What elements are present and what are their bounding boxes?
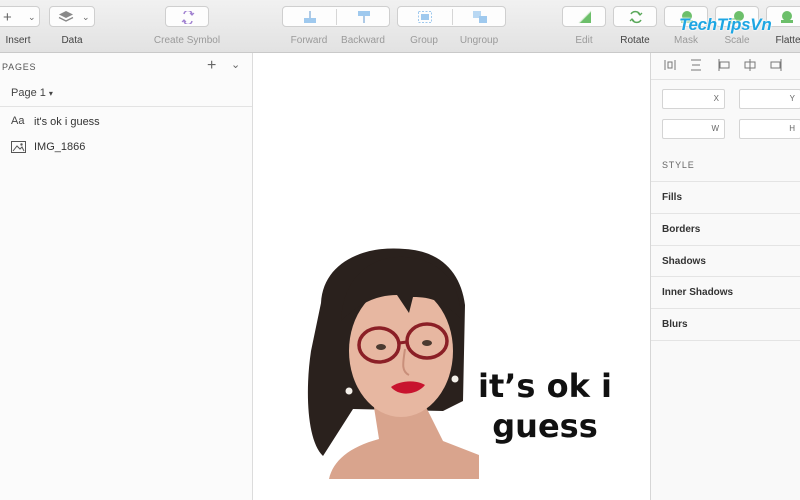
blurs-label: Blurs (662, 319, 688, 330)
shadows-label: Shadows (662, 256, 706, 267)
blurs-section[interactable]: Blurs (651, 308, 800, 341)
send-backward-icon[interactable] (356, 10, 372, 24)
group-segment (397, 6, 506, 27)
stack-icon (58, 11, 74, 22)
collapse-pages-icon[interactable]: ⌄ (231, 58, 240, 71)
shadows-section[interactable]: Shadows (651, 245, 800, 277)
chevron-down-icon: ▾ (48, 89, 53, 98)
backward-label: Backward (341, 35, 385, 46)
rotate-icon (629, 10, 643, 24)
inspector-panel: X Y W H STYLE Fills Borders Shadows Inne… (650, 53, 800, 500)
y-label: Y (789, 94, 795, 103)
symbol-icon (181, 11, 195, 24)
bring-forward-icon[interactable] (302, 10, 318, 24)
fills-section[interactable]: Fills (651, 181, 800, 213)
style-header: STYLE (662, 160, 695, 170)
chevron-down-icon: ⌄ (82, 12, 90, 22)
sticker-caption-text[interactable]: it’s ok i guess (460, 366, 630, 446)
chevron-down-icon: ⌄ (28, 12, 36, 22)
x-position-field[interactable]: X (662, 89, 725, 109)
data-label: Data (61, 35, 83, 46)
create-symbol-label: Create Symbol (153, 35, 221, 46)
segment-divider (336, 9, 337, 25)
image-layer-icon (11, 141, 26, 153)
align-left-icon[interactable] (717, 58, 731, 72)
flatten-icon (781, 11, 793, 23)
group-icon[interactable] (417, 10, 433, 24)
caption-line-1: it’s ok i (478, 367, 612, 405)
edit-button[interactable] (562, 6, 606, 27)
borders-section[interactable]: Borders (651, 213, 800, 245)
scale-label: Scale (724, 35, 750, 46)
ungroup-icon[interactable] (472, 10, 488, 24)
add-page-icon[interactable]: + (207, 57, 216, 75)
flatten-label: Flatte (775, 35, 800, 46)
pages-layers-panel: PAGES + ⌄ Page 1 ▾ Aa it's ok i guess IMG… (0, 53, 253, 500)
fills-label: Fills (662, 192, 683, 203)
inner-shadows-section[interactable]: Inner Shadows (651, 276, 800, 308)
x-label: X (713, 94, 719, 103)
distribute-vertical-icon[interactable] (689, 58, 703, 72)
layer-name: IMG_1866 (34, 141, 86, 153)
pages-title: PAGES (2, 62, 37, 72)
group-label: Group (410, 35, 438, 46)
w-label: W (711, 124, 719, 133)
edit-label: Edit (575, 35, 593, 46)
segment-divider (452, 9, 453, 25)
arrange-segment (282, 6, 390, 27)
watermark-logo: TechTipsVn (679, 15, 772, 34)
insert-button[interactable]: + ⌄ (0, 6, 40, 27)
distribute-horizontal-icon[interactable] (663, 58, 677, 72)
rotate-label: Rotate (620, 35, 650, 46)
text-layer-icon: Aa (11, 115, 25, 127)
panel-divider (0, 106, 252, 107)
mask-label: Mask (674, 35, 698, 46)
borders-label: Borders (662, 224, 701, 235)
ungroup-label: Ungroup (459, 35, 499, 46)
layer-row-text[interactable]: Aa it's ok i guess (0, 112, 252, 134)
h-label: H (789, 124, 795, 133)
width-field[interactable]: W (662, 119, 725, 139)
create-symbol-button[interactable] (165, 6, 209, 27)
layer-name: it's ok i guess (34, 116, 100, 128)
y-position-field[interactable]: Y (739, 89, 800, 109)
alignment-toolbar (651, 53, 800, 80)
page-selector[interactable]: Page 1 ▾ (11, 87, 53, 99)
align-right-icon[interactable] (769, 58, 783, 72)
height-field[interactable]: H (739, 119, 800, 139)
inner-shadows-label: Inner Shadows (662, 287, 734, 298)
current-page-label: Page 1 (11, 87, 46, 99)
forward-label: Forward (290, 35, 328, 46)
plus-icon: + (3, 9, 12, 26)
insert-label: Insert (5, 35, 31, 46)
edit-shape-icon (578, 10, 592, 24)
data-button[interactable]: ⌄ (49, 6, 95, 27)
rotate-button[interactable] (613, 6, 657, 27)
layer-row-image[interactable]: IMG_1866 (0, 137, 252, 159)
pages-header: PAGES + ⌄ (0, 53, 252, 81)
caption-line-2: guess (492, 407, 598, 445)
align-center-icon[interactable] (743, 58, 757, 72)
